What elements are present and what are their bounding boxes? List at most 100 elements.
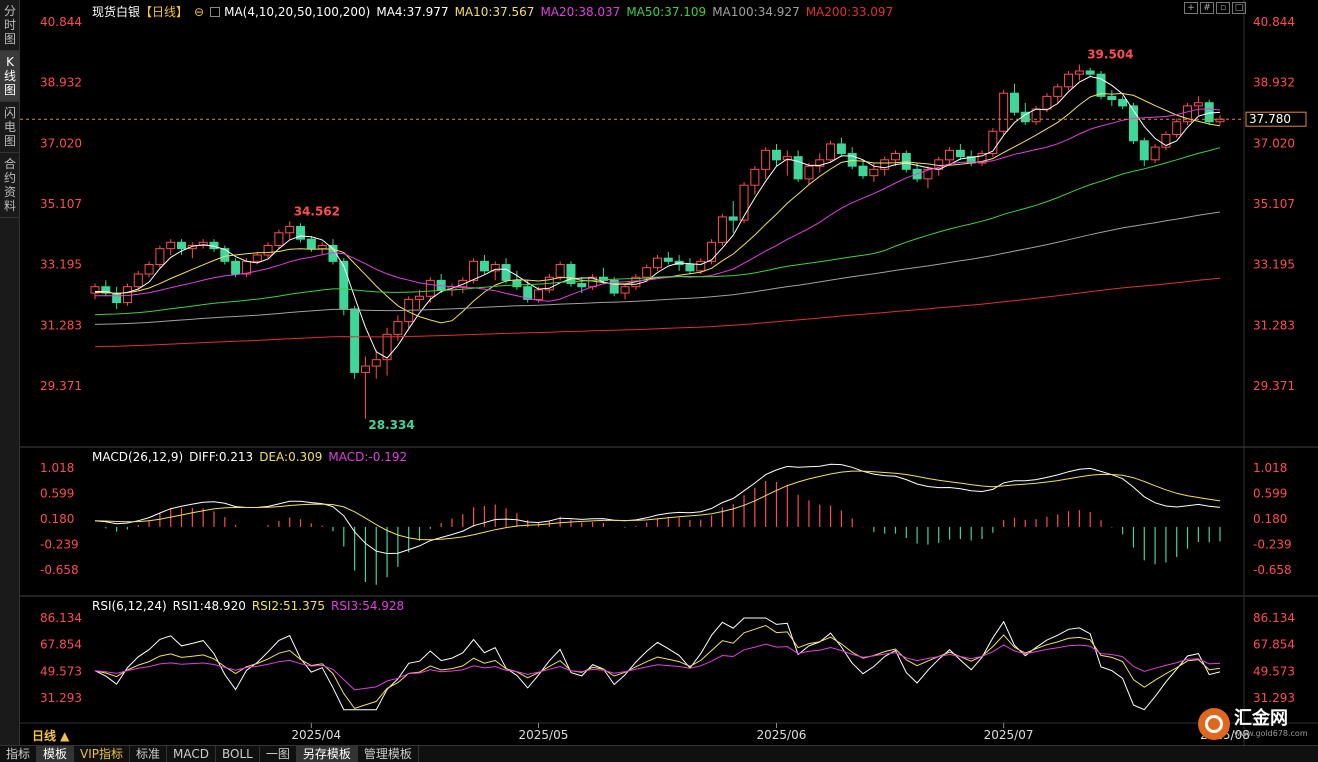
rsi-tick-left: 31.293 (40, 691, 82, 705)
macd-dea: DEA:0.309 (259, 450, 323, 464)
period-label: 【日线】 (140, 5, 189, 19)
toolbar-item-0[interactable]: 指标 (0, 745, 38, 762)
candle-body (306, 238, 316, 250)
toolbar-item-2[interactable]: VIP指标 (74, 745, 131, 762)
candle-body (642, 267, 652, 278)
candle-body (393, 321, 403, 335)
candle-body (955, 149, 965, 158)
macd-tick: -0.658 (1253, 563, 1292, 577)
ma50-value: MA50:37.109 (626, 5, 707, 19)
price-tick: 38.932 (1253, 76, 1295, 90)
toolbar-item-5[interactable]: BOLL (216, 745, 260, 762)
price-tick: 40.844 (1253, 15, 1295, 29)
candle-body (1150, 146, 1160, 161)
price-tick-left: 40.844 (40, 15, 82, 29)
settings-icon[interactable]: ⊖ (194, 5, 204, 19)
candle-body (685, 264, 695, 272)
candle-body (371, 359, 381, 367)
chart-header: 现货白银【日线】 ⊖ MA(4,10,20,50,100,200) MA4:37.97… (92, 3, 899, 20)
macd-diff-line (94, 463, 1221, 555)
chart-area[interactable]: 40.844 40.844 38.932 38.932 37.020 37.020 35.1… (20, 0, 1318, 745)
restore-icon[interactable]: ▫ (1216, 2, 1230, 14)
left-tab-1[interactable]: K线图 (0, 51, 20, 102)
candle-body (793, 156, 803, 180)
candle-body (1172, 121, 1182, 135)
candle-body (826, 143, 836, 161)
candle-body (836, 143, 846, 154)
toolbar-item-6[interactable]: 一图 (260, 745, 297, 762)
toolbar-item-7[interactable]: 另存模板 (296, 745, 358, 762)
rsi-tick-left: 49.573 (40, 664, 82, 678)
rsi-tick: 31.293 (1253, 691, 1295, 705)
grid-icon[interactable]: # (1200, 2, 1214, 14)
ma200-value: MA200:33.097 (805, 5, 894, 19)
toolbar-item-1[interactable]: 模板 (37, 745, 75, 762)
macd-dea-line (94, 470, 1221, 541)
macd-tick: 0.180 (1253, 512, 1287, 526)
macd-diff: DIFF:0.213 (189, 450, 254, 464)
price-tick-left: 35.107 (40, 197, 82, 211)
candle-body (739, 184, 749, 221)
logo-icon (1198, 708, 1230, 740)
macd-tick: -0.239 (1253, 538, 1292, 552)
candle-body (717, 216, 727, 243)
toolbar-item-8[interactable]: 管理模板 (358, 745, 419, 762)
kline-chart-svg[interactable]: 40.844 40.844 38.932 38.932 37.020 37.020 35.1… (20, 0, 1318, 745)
candle-body (1139, 140, 1149, 161)
crosshair-icon[interactable]: + (1184, 2, 1198, 14)
rsi3-line (94, 643, 1221, 691)
candle-body (566, 264, 576, 285)
candle-body (512, 279, 522, 288)
bottom-toolbar: 指标 模板 VIP指标 标准 MACD BOLL 一图 另存模板 管理模板 (0, 745, 1318, 762)
candle-body (999, 92, 1009, 132)
window-buttons: + # ▫ □ (1184, 2, 1246, 14)
date-label: 2025/04 (291, 728, 341, 742)
toggle-icon[interactable] (210, 7, 221, 17)
candle-body (252, 254, 262, 262)
candle-body (501, 264, 511, 281)
candle-body (728, 216, 738, 221)
candle-body (1064, 73, 1074, 88)
macd-label: MACD(26,12,9) (92, 450, 184, 464)
left-tab-3[interactable]: 合约资料 (0, 153, 20, 218)
logo-name: 汇金网 (1234, 708, 1288, 729)
candle-body (469, 260, 479, 281)
day-period-button[interactable]: 日线 ▲ (32, 727, 69, 744)
macd-macd: MACD:-0.192 (328, 450, 408, 464)
price-tick-left: 29.371 (40, 379, 82, 393)
candle-body (620, 286, 630, 294)
macd-tick-left: 0.180 (40, 512, 74, 526)
candle-body (285, 225, 295, 234)
ma50-line (94, 147, 1221, 316)
left-tab-bar: 分时图K线图闪电图合约资料 (0, 0, 20, 745)
rsi-tick-left: 67.854 (40, 638, 82, 652)
candle-body (220, 248, 230, 262)
maximize-icon[interactable]: □ (1232, 2, 1246, 14)
date-label: 2025/07 (984, 728, 1034, 742)
left-tab-2[interactable]: 闪电图 (0, 102, 20, 153)
candle-body (350, 308, 360, 373)
price-tick: 35.107 (1253, 197, 1295, 211)
rsi2-value: RSI2:51.375 (251, 599, 326, 613)
candle-body (663, 257, 673, 262)
toolbar-item-3[interactable]: 标准 (130, 745, 168, 762)
candle-body (761, 149, 771, 170)
ma-params: MA(4,10,20,50,100,200) (224, 5, 371, 19)
candle-body (1042, 95, 1052, 110)
candle-body (750, 168, 760, 186)
toolbar-item-4[interactable]: MACD (167, 745, 217, 762)
rsi-tick: 67.854 (1253, 638, 1295, 652)
macd-tick-left: 1.018 (40, 461, 74, 475)
candle-body (534, 289, 544, 300)
rsi-tick-left: 86.134 (40, 611, 82, 625)
left-tab-0[interactable]: 分时图 (0, 0, 20, 51)
candle-body (360, 365, 370, 373)
current-price-label: 37.780 (1249, 112, 1291, 126)
candle-body (177, 241, 187, 250)
candle-body (274, 232, 284, 246)
candle-body (1118, 99, 1128, 107)
candle-body (479, 260, 489, 272)
low-annotation: 28.334 (368, 418, 414, 432)
rsi-header: RSI(6,12,24) RSI1:48.920 RSI2:51.375 RSI3:5… (92, 599, 410, 613)
rsi1-line (94, 617, 1221, 711)
